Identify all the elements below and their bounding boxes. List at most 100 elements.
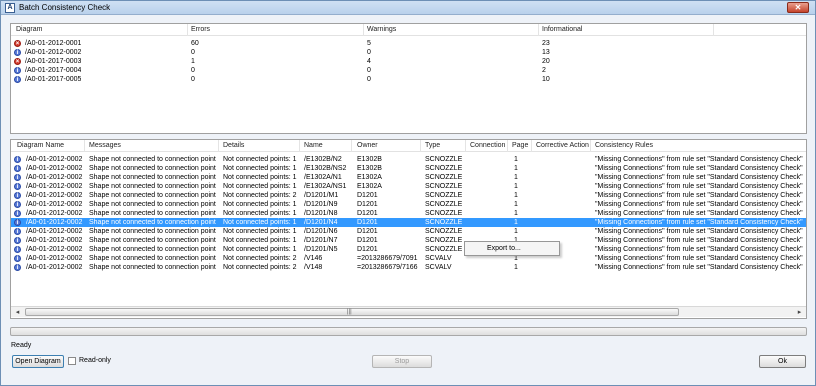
summary-cell-errors: 0 (191, 76, 195, 83)
details-cell-type: SCNOZZLE (425, 183, 463, 190)
summary-cell-informational: 10 (542, 76, 550, 83)
details-cell-message: Shape not connected to connection point (89, 156, 216, 163)
details-cell-owner: E1302A (357, 183, 382, 190)
summary-row[interactable]: × /A0-01-2012-0001 60 5 23 (11, 39, 806, 48)
context-menu: Export to... (464, 241, 560, 256)
summary-cell-diagram: /A0-01-2012-0002 (25, 49, 82, 56)
details-cell-rules: "Missing Connections" from rule set "Sta… (595, 201, 803, 208)
error-icon: × (14, 40, 21, 47)
column-header-connection[interactable]: Connection (470, 142, 505, 149)
details-cell-rules: "Missing Connections" from rule set "Sta… (595, 192, 803, 199)
info-icon: i (14, 201, 21, 208)
details-cell-details: Not connected points: 1 (223, 228, 297, 235)
details-row[interactable]: i/A0-01-2012-0002 Shape not connected to … (11, 245, 806, 254)
details-horizontal-scrollbar[interactable]: ◂ ||| ▸ (11, 306, 806, 317)
details-cell-page: 1 (514, 165, 518, 172)
details-cell-name: /D1201/N9 (304, 201, 338, 208)
details-cell-page: 1 (514, 156, 518, 163)
details-row[interactable]: i/A0-01-2012-0002 Shape not connected to … (11, 155, 806, 164)
column-header-corrective-action[interactable]: Corrective Action (536, 142, 589, 149)
summary-cell-errors: 1 (191, 58, 195, 65)
summary-row[interactable]: i/A0-01-2017-0004 0 0 2 (11, 66, 806, 75)
context-menu-export[interactable]: Export to... (487, 245, 521, 252)
details-cell-owner: D1201 (357, 192, 378, 199)
info-icon: i (14, 174, 21, 181)
details-cell-page: 1 (514, 210, 518, 217)
details-row[interactable]: i/A0-01-2012-0002 Shape not connected to … (11, 227, 806, 236)
info-icon: i (14, 49, 21, 56)
stop-button[interactable]: Stop (372, 355, 432, 368)
details-cell-type: SCNOZZLE (425, 219, 463, 226)
details-cell-message: Shape not connected to connection point (89, 264, 216, 271)
window-title: Batch Consistency Check (19, 3, 111, 12)
column-header-page[interactable]: Page (512, 142, 528, 149)
details-cell-details: Not connected points: 2 (223, 192, 297, 199)
details-row[interactable]: i/A0-01-2012-0002 Shape not connected to … (11, 191, 806, 200)
details-cell-owner: E1302B (357, 156, 382, 163)
scrollbar-thumb[interactable]: ||| (25, 308, 679, 316)
details-cell-page: 1 (514, 174, 518, 181)
details-row[interactable]: i/A0-01-2012-0002 Shape not connected to … (11, 182, 806, 191)
details-cell-page: 1 (514, 183, 518, 190)
info-icon: i (14, 76, 21, 83)
details-cell-owner: E1302B (357, 165, 382, 172)
details-cell-details: Not connected points: 1 (223, 165, 297, 172)
title-bar[interactable]: A Batch Consistency Check ✕ (1, 1, 815, 15)
read-only-label: Read-only (79, 357, 111, 364)
details-cell-type: SCNOZZLE (425, 201, 463, 208)
summary-row[interactable]: i/A0-01-2017-0005 0 0 10 (11, 75, 806, 84)
summary-row[interactable]: × /A0-01-2017-0003 1 4 20 (11, 57, 806, 66)
details-cell-page: 1 (514, 264, 518, 271)
details-cell-type: SCNOZZLE (425, 237, 463, 244)
details-cell-name: /E1302B/N2 (304, 156, 342, 163)
column-header-diagram-name[interactable]: Diagram Name (17, 142, 64, 149)
column-header-informational[interactable]: Informational (542, 26, 582, 33)
ok-button[interactable]: Ok (759, 355, 806, 368)
column-header-consistency-rules[interactable]: Consistency Rules (595, 142, 653, 149)
column-header-name[interactable]: Name (304, 142, 323, 149)
close-button[interactable]: ✕ (787, 2, 809, 13)
details-cell-diagram: /A0-01-2012-0002 (26, 174, 83, 181)
column-header-warnings[interactable]: Warnings (367, 26, 396, 33)
info-icon: i (14, 165, 21, 172)
details-row[interactable]: i/A0-01-2012-0002 Shape not connected to … (11, 209, 806, 218)
column-header-diagram[interactable]: Diagram (16, 26, 42, 33)
summary-cell-diagram: /A0-01-2017-0004 (25, 67, 82, 74)
column-header-errors[interactable]: Errors (191, 26, 210, 33)
details-cell-details: Not connected points: 2 (223, 255, 297, 262)
scrollbar-grip-icon: ||| (347, 309, 352, 315)
details-row[interactable]: i/A0-01-2012-0002 Shape not connected to … (11, 164, 806, 173)
details-cell-owner: =2013286679/7091 (357, 255, 418, 262)
details-cell-message: Shape not connected to connection point (89, 201, 216, 208)
summary-table[interactable]: Diagram Errors Warnings Informational × /… (10, 23, 807, 134)
column-header-messages[interactable]: Messages (89, 142, 121, 149)
column-header-details[interactable]: Details (223, 142, 244, 149)
details-table[interactable]: Diagram Name Messages Details Name Owner… (10, 139, 807, 319)
details-row[interactable]: i/A0-01-2012-0002 Shape not connected to … (11, 173, 806, 182)
details-row-selected[interactable]: i/A0-01-2012-0002 Shape not connected to … (11, 218, 806, 227)
open-diagram-button[interactable]: Open Diagram (12, 355, 64, 368)
details-cell-owner: D1201 (357, 201, 378, 208)
read-only-checkbox[interactable] (68, 357, 76, 365)
details-cell-message: Shape not connected to connection point (89, 228, 216, 235)
column-header-owner[interactable]: Owner (357, 142, 378, 149)
details-cell-diagram: /A0-01-2012-0002 (26, 246, 83, 253)
summary-row[interactable]: i/A0-01-2012-0002 0 0 13 (11, 48, 806, 57)
details-cell-type: SCNOZZLE (425, 156, 463, 163)
scroll-right-icon[interactable]: ▸ (795, 308, 804, 317)
details-row[interactable]: i/A0-01-2012-0002 Shape not connected to … (11, 200, 806, 209)
summary-cell-informational: 13 (542, 49, 550, 56)
details-row[interactable]: i/A0-01-2012-0002 Shape not connected to … (11, 254, 806, 263)
summary-cell-informational: 20 (542, 58, 550, 65)
details-row[interactable]: i/A0-01-2012-0002 Shape not connected to … (11, 263, 806, 272)
batch-consistency-check-window: A Batch Consistency Check ✕ Diagram Erro… (0, 0, 816, 386)
details-cell-rules: "Missing Connections" from rule set "Sta… (595, 174, 803, 181)
scroll-left-icon[interactable]: ◂ (13, 308, 22, 317)
info-icon: i (14, 237, 21, 244)
details-cell-type: SCVALV (425, 264, 452, 271)
details-cell-owner: D1201 (357, 210, 378, 217)
details-row[interactable]: i/A0-01-2012-0002 Shape not connected to … (11, 236, 806, 245)
summary-cell-errors: 60 (191, 40, 199, 47)
column-header-type[interactable]: Type (425, 142, 440, 149)
details-cell-details: Not connected points: 2 (223, 264, 297, 271)
